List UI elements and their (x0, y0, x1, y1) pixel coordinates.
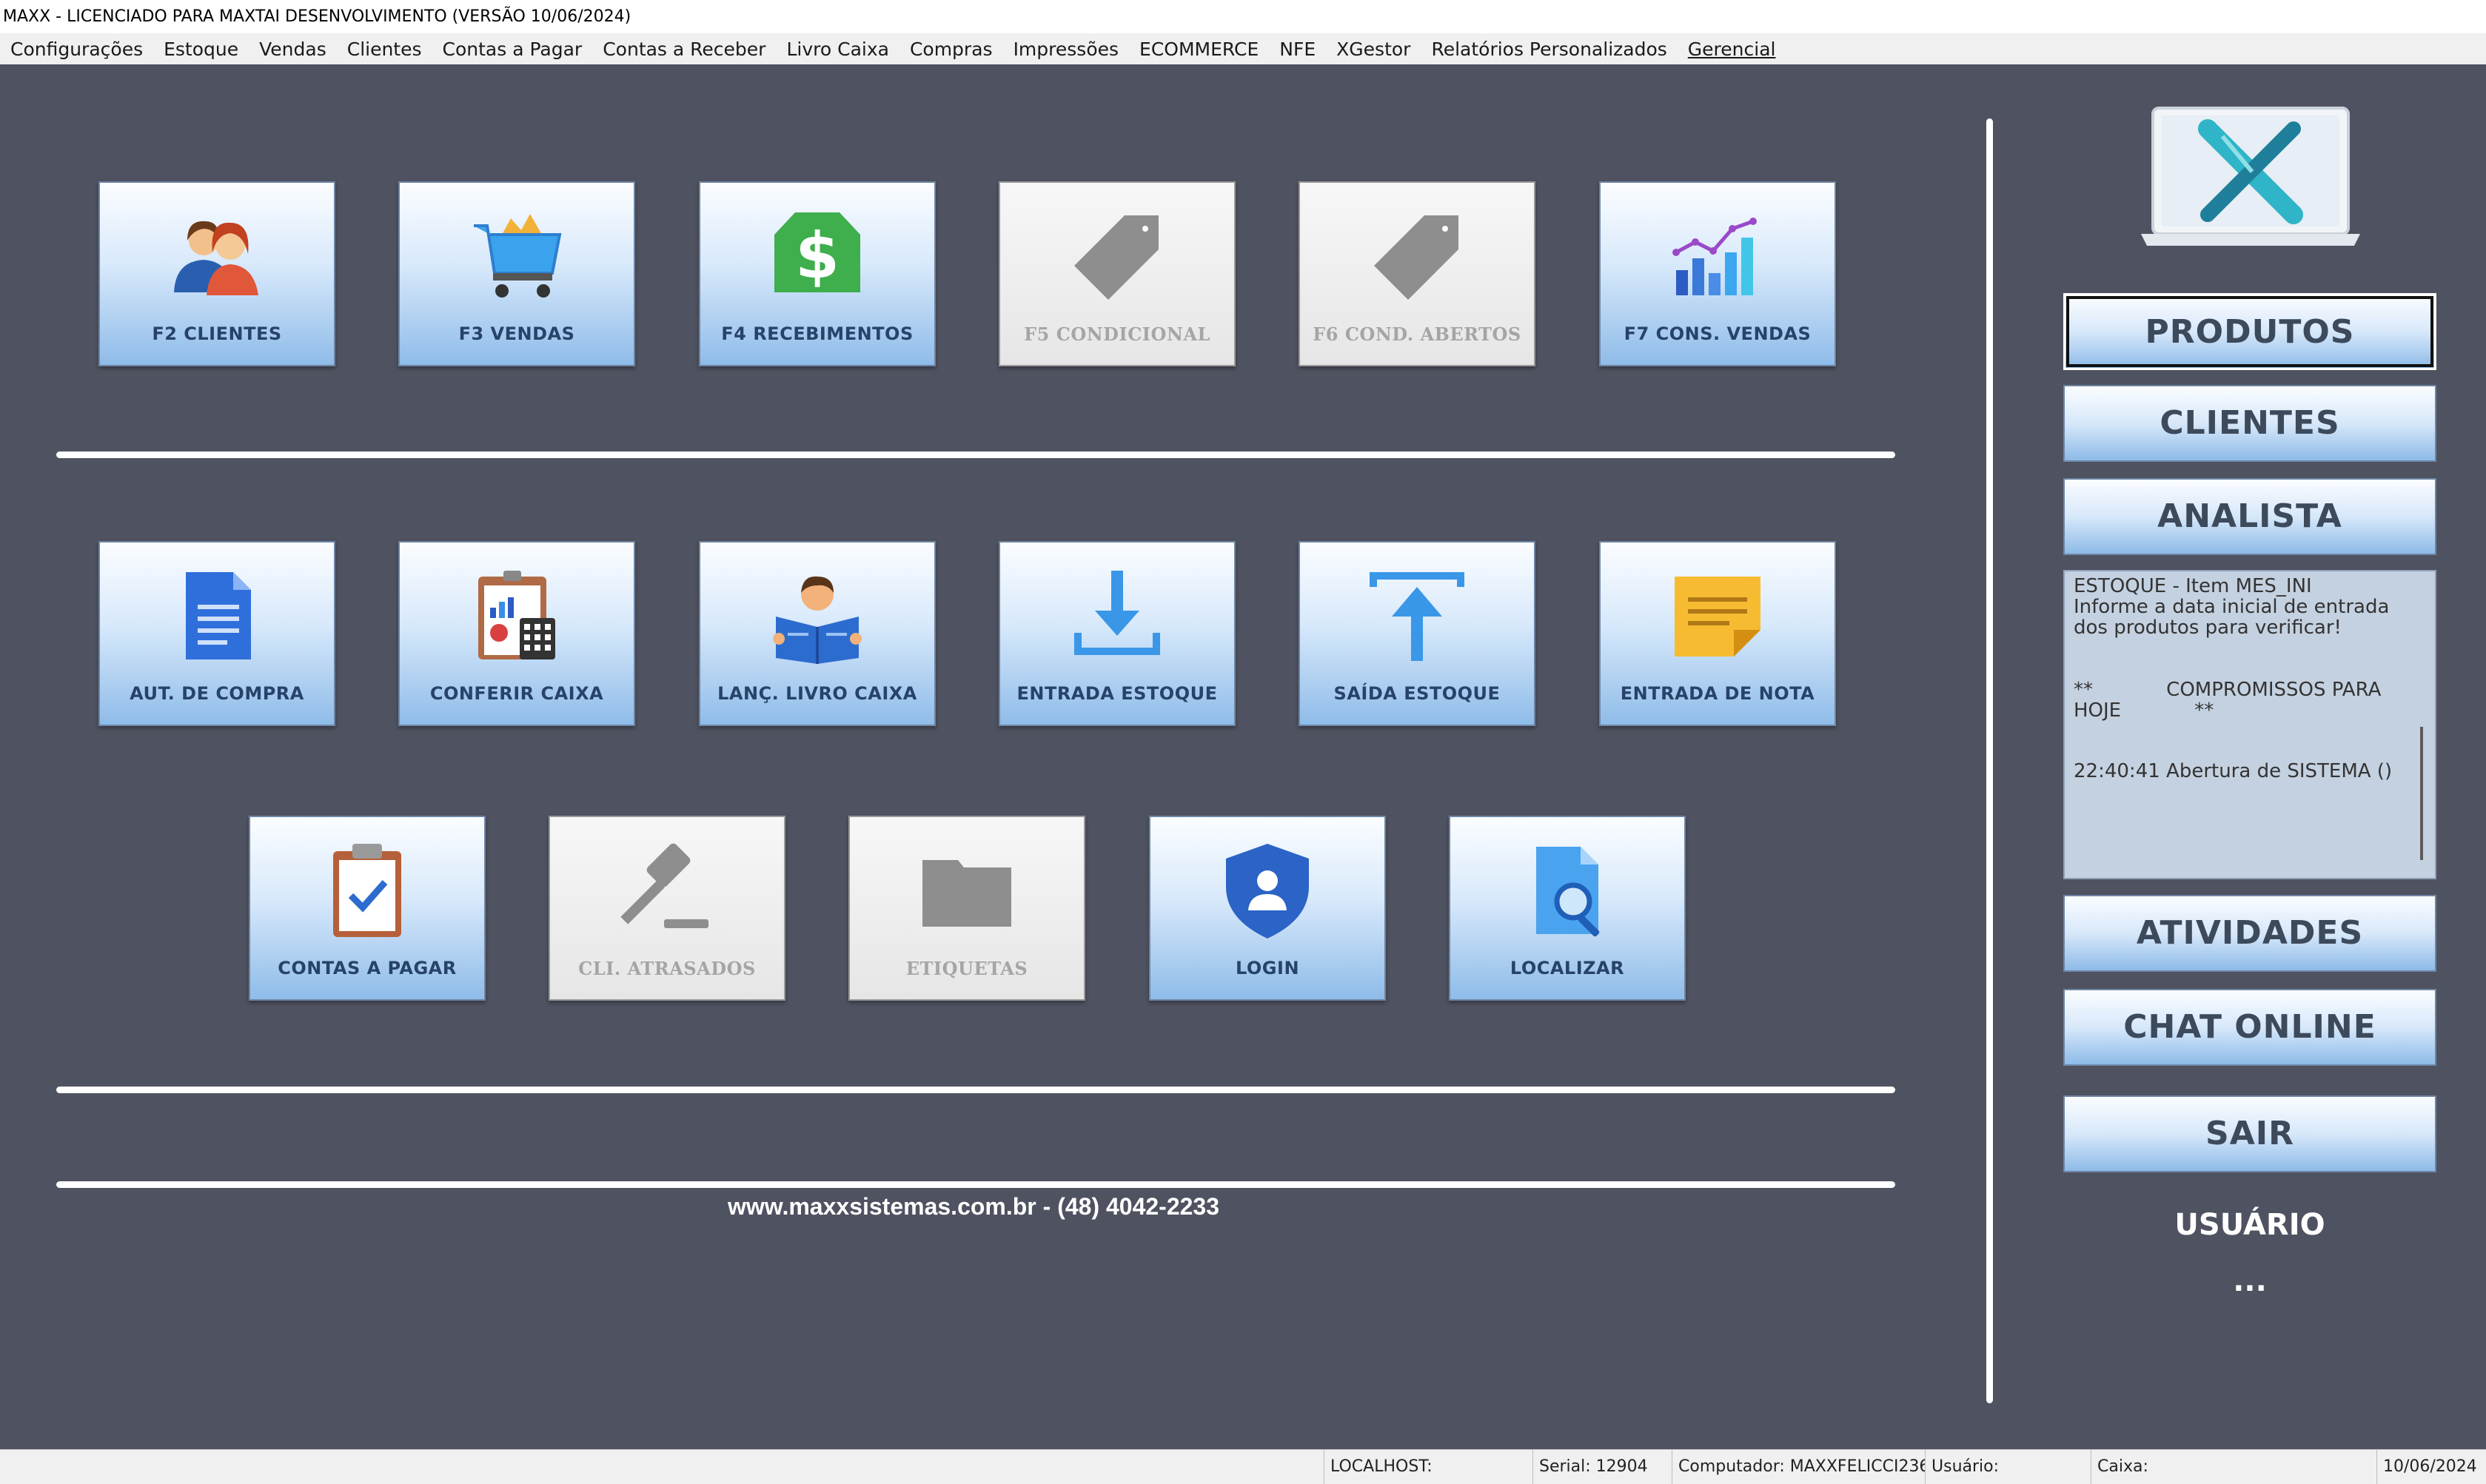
menu-nfe[interactable]: NFE (1279, 38, 1316, 60)
menu-impressoes[interactable]: Impressões (1014, 38, 1119, 60)
menu-xgestor[interactable]: XGestor (1336, 38, 1410, 60)
tile-label: F3 VENDAS (458, 323, 575, 344)
chat-online-button[interactable]: CHAT ONLINE (2063, 989, 2436, 1066)
tile-label: F2 CLIENTES (152, 323, 282, 344)
tag-icon (1000, 205, 1234, 309)
localizar-button[interactable]: LOCALIZAR (1449, 816, 1686, 1001)
tile-label: ENTRADA ESTOQUE (1016, 683, 1218, 704)
status-computer: Computador: MAXXFELICCI236 (1672, 1450, 1925, 1484)
window-title: MAXX - LICENCIADO PARA MAXTAI DESENVOLVI… (0, 0, 2486, 33)
tag-icon (1300, 205, 1534, 309)
tile-label: AUT. DE COMPRA (130, 683, 304, 704)
scrollbar[interactable] (2420, 727, 2423, 860)
maxx-laptop-logo-icon (2141, 107, 2360, 249)
vertical-divider (1986, 118, 1993, 1403)
menu-vendas[interactable]: Vendas (259, 38, 326, 60)
f3-vendas-button[interactable]: F3 VENDAS (398, 181, 635, 366)
shield-user-icon (1150, 839, 1384, 943)
status-bar: LOCALHOST: Serial: 12904 Computador: MAX… (0, 1449, 2486, 1484)
status-caixa: Caixa: (2091, 1450, 2376, 1484)
tile-label: CONTAS A PAGAR (278, 958, 457, 978)
users-icon (100, 205, 334, 309)
menu-ecommerce[interactable]: ECOMMERCE (1139, 38, 1259, 60)
aut-de-compra-button[interactable]: AUT. DE COMPRA (98, 541, 335, 726)
saida-estoque-button[interactable]: SAÍDA ESTOQUE (1299, 541, 1535, 726)
website-phone: www.maxxsistemas.com.br - (48) 4042-2233 (727, 1193, 1220, 1220)
sair-button[interactable]: SAIR (2063, 1095, 2436, 1172)
clipboard-check-icon (250, 839, 484, 943)
upload-icon (1300, 565, 1534, 668)
tile-label: CLI. ATRASADOS (578, 958, 756, 979)
tile-label: F5 CONDICIONAL (1024, 323, 1210, 345)
bar-chart-icon (1601, 205, 1835, 309)
menu-compras[interactable]: Compras (910, 38, 993, 60)
menu-estoque[interactable]: Estoque (164, 38, 238, 60)
status-host: LOCALHOST: (1324, 1450, 1532, 1484)
menu-gerencial[interactable]: Gerencial (1688, 38, 1776, 60)
tile-label: F4 RECEBIMENTOS (721, 323, 914, 344)
entrada-estoque-button[interactable]: ENTRADA ESTOQUE (999, 541, 1236, 726)
status-date: 10/06/2024 (2376, 1450, 2486, 1484)
sticky-note-icon (1601, 565, 1835, 668)
divider (56, 451, 1895, 458)
f4-recebimentos-button[interactable]: $ F4 RECEBIMENTOS (699, 181, 936, 366)
contas-a-pagar-button[interactable]: CONTAS A PAGAR (249, 816, 486, 1001)
divider (56, 1181, 1895, 1188)
menu-configuracoes[interactable]: Configurações (10, 38, 143, 60)
tile-label: F6 COND. ABERTOS (1313, 323, 1521, 345)
produtos-button[interactable]: PRODUTOS (2063, 293, 2436, 370)
tile-label: LOCALIZAR (1510, 958, 1625, 978)
tile-label: LOGIN (1235, 958, 1300, 978)
search-document-icon (1450, 839, 1684, 943)
document-icon (100, 565, 334, 668)
f5-condicional-button[interactable]: F5 CONDICIONAL (999, 181, 1236, 366)
lanc-livro-caixa-button[interactable]: LANÇ. LIVRO CAIXA (699, 541, 936, 726)
f2-clientes-button[interactable]: F2 CLIENTES (98, 181, 335, 366)
info-line: 22:40:41 Abertura de SISTEMA () (2074, 760, 2393, 782)
person-reading-icon (700, 565, 934, 668)
info-line: Informe a data inicial de entrada dos pr… (2074, 596, 2396, 639)
shopping-cart-icon (400, 205, 634, 309)
menu-contas-a-receber[interactable]: Contas a Receber (603, 38, 765, 60)
status-user: Usuário: (1925, 1450, 2091, 1484)
f7-cons-vendas-button[interactable]: F7 CONS. VENDAS (1599, 181, 1836, 366)
menu-clientes[interactable]: Clientes (347, 38, 422, 60)
menu-bar: Configurações Estoque Vendas Clientes Co… (0, 33, 2486, 64)
info-line: ESTOQUE - Item MES_INI (2074, 575, 2312, 597)
tile-label: F7 CONS. VENDAS (1624, 323, 1812, 344)
download-icon (1000, 565, 1234, 668)
agenda-info-panel[interactable]: ESTOQUE - Item MES_INI Informe a data in… (2063, 570, 2436, 879)
f6-cond-abertos-button[interactable]: F6 COND. ABERTOS (1299, 181, 1535, 366)
analista-button[interactable]: ANALISTA (2063, 478, 2436, 555)
menu-relatorios-personalizados[interactable]: Relatórios Personalizados (1431, 38, 1666, 60)
divider (56, 1087, 1895, 1093)
menu-livro-caixa[interactable]: Livro Caixa (786, 38, 888, 60)
clientes-button[interactable]: CLIENTES (2063, 385, 2436, 462)
user-value: ... (2233, 1264, 2267, 1298)
dollar-icon: $ (700, 205, 934, 309)
status-serial: Serial: 12904 (1532, 1450, 1672, 1484)
atividades-button[interactable]: ATIVIDADES (2063, 895, 2436, 972)
gavel-icon (550, 839, 784, 943)
tile-label: LANÇ. LIVRO CAIXA (717, 683, 917, 704)
calculator-report-icon (400, 565, 634, 668)
tile-label: SAÍDA ESTOQUE (1333, 683, 1501, 704)
tile-label: ETIQUETAS (905, 958, 1028, 979)
info-line: ** COMPROMISSOS PARA HOJE ** (2074, 679, 2388, 722)
etiquetas-button[interactable]: ETIQUETAS (848, 816, 1085, 1001)
entrada-de-nota-button[interactable]: ENTRADA DE NOTA (1599, 541, 1836, 726)
conferir-caixa-button[interactable]: CONFERIR CAIXA (398, 541, 635, 726)
svg-text:$: $ (795, 219, 840, 293)
tile-label: ENTRADA DE NOTA (1620, 683, 1815, 704)
login-button[interactable]: LOGIN (1149, 816, 1386, 1001)
menu-contas-a-pagar[interactable]: Contas a Pagar (443, 38, 583, 60)
cli-atrasados-button[interactable]: CLI. ATRASADOS (549, 816, 785, 1001)
folder-icon (850, 839, 1084, 943)
tile-label: CONFERIR CAIXA (429, 683, 604, 704)
user-label: USUÁRIO (2174, 1208, 2325, 1242)
